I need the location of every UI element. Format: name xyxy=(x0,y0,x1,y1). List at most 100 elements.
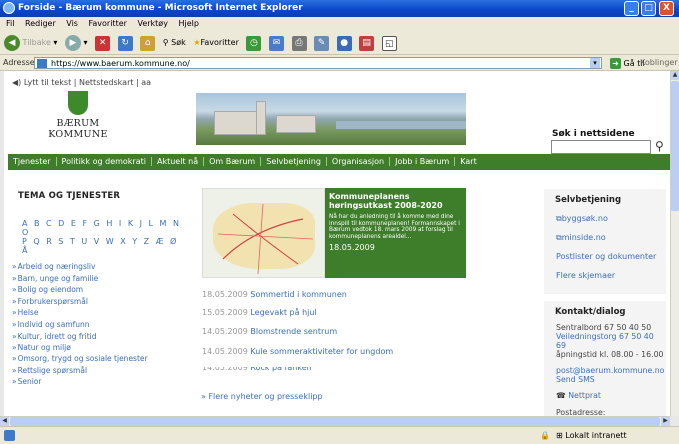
close-button[interactable]: X xyxy=(659,1,674,16)
nav-kart[interactable]: Kart xyxy=(455,157,481,166)
tema-item[interactable]: Arbeid og næringsliv xyxy=(12,261,187,273)
opening-hours-text: åpningstid kl. 08.00 - 16.00 xyxy=(556,350,664,359)
tema-item[interactable]: Forbrukerspørsmål xyxy=(12,296,187,308)
tema-item[interactable]: Helse xyxy=(12,307,187,319)
horizontal-scrollbar[interactable]: ◀ ▶ xyxy=(0,416,670,426)
links-button[interactable]: Koblinger xyxy=(640,55,678,71)
tema-item[interactable]: Kultur, idrett og fritid xyxy=(12,331,187,343)
main-navigation: Tjenester Politikk og demokrati Aktuelt nå… xyxy=(8,154,670,170)
address-input[interactable]: https://www.baerum.kommune.no/ ▾ xyxy=(34,57,602,69)
nav-tjenester[interactable]: Tjenester xyxy=(8,157,57,166)
lock-icon: 🔒 xyxy=(540,431,550,440)
menu-file[interactable]: Fil xyxy=(6,19,14,28)
page-viewport: ◀) Lytt til tekst | Nettstedskart | aa B… xyxy=(0,71,679,426)
search-label: Søk i nettsidene xyxy=(552,129,635,139)
dropdown-arrow-icon[interactable]: ▾ xyxy=(590,58,600,68)
feature-map-image[interactable] xyxy=(202,188,325,278)
research-icon[interactable]: ▤ xyxy=(359,35,375,51)
nav-organisasjon[interactable]: Organisasjon xyxy=(326,157,391,166)
news-item[interactable]: 18.05.2009 Sommertid i kommunen xyxy=(202,290,347,299)
toolbar: ◀ Tilbake ▾ ▶ ▾ ✕ ↻ ⌂ ⚲ Søk ★Favoritter … xyxy=(0,31,679,55)
tema-item[interactable]: Bolig og eiendom xyxy=(12,284,187,296)
nav-politikk[interactable]: Politikk og demokrati xyxy=(56,157,152,166)
text-size-link[interactable]: aa xyxy=(141,78,151,87)
news-item[interactable]: 14.05.2009 Blomstrende sentrum xyxy=(202,327,337,336)
scroll-thumb[interactable] xyxy=(671,81,679,211)
postlister-link[interactable]: Postlister og dokumenter xyxy=(544,247,666,266)
kontakt-box: Kontakt/dialog Sentralbord 67 50 40 50 V… xyxy=(544,301,666,426)
minside-link[interactable]: ⧉minside.no xyxy=(544,228,666,247)
feature-title[interactable]: Kommuneplanens høringsutkast 2008-2020 xyxy=(329,192,462,210)
nav-selvbetjening[interactable]: Selvbetjening xyxy=(261,157,327,166)
menu-help[interactable]: Hjelp xyxy=(178,19,198,28)
mail-icon[interactable]: ✉ xyxy=(268,35,284,51)
tema-item[interactable]: Natur og miljø xyxy=(12,342,187,354)
scroll-up-icon[interactable]: ▲ xyxy=(671,71,679,80)
history-icon[interactable]: ◷ xyxy=(246,35,262,51)
sentralbord-text: Sentralbord 67 50 40 50 xyxy=(556,323,652,332)
logo-line2: KOMMUNE xyxy=(48,129,108,140)
maximize-button[interactable]: □ xyxy=(641,1,656,16)
nav-aktuelt[interactable]: Aktuelt nå xyxy=(151,157,205,166)
tema-heading: TEMA OG TJENESTER xyxy=(18,191,121,201)
news-item[interactable]: 14.05.2009 Rock på fanken xyxy=(202,367,312,372)
zone-indicator: ⊞ Lokalt intranett xyxy=(556,431,627,440)
chat-icon: ☎ xyxy=(556,391,566,400)
news-item[interactable]: 14.05.2009 Kule sommeraktiviteter for un… xyxy=(202,347,393,356)
tema-item[interactable]: Senior xyxy=(12,376,187,388)
nav-om-baerum[interactable]: Om Bærum xyxy=(204,157,262,166)
search-input[interactable] xyxy=(551,140,651,154)
veiledningstorg-link[interactable]: Veiledningstorg 67 50 40 69 xyxy=(544,332,666,350)
tema-item[interactable]: Individ og samfunn xyxy=(12,319,187,331)
skjemaer-link[interactable]: Flere skjemaer xyxy=(544,266,666,285)
search-button[interactable]: ⚲ Søk xyxy=(163,31,186,55)
vertical-scrollbar[interactable]: ▲ xyxy=(670,71,679,416)
h-scroll-thumb[interactable] xyxy=(10,417,660,426)
scroll-right-icon[interactable]: ▶ xyxy=(661,417,670,426)
home-icon[interactable]: ⌂ xyxy=(140,35,156,51)
favorites-button[interactable]: ★Favoritter xyxy=(193,31,239,55)
messenger-icon[interactable]: ● xyxy=(336,35,352,51)
refresh-icon[interactable]: ↻ xyxy=(117,35,133,51)
forward-button[interactable]: ▶ ▾ xyxy=(65,31,88,55)
scroll-left-icon[interactable]: ◀ xyxy=(0,417,9,426)
shield-icon xyxy=(68,91,88,115)
edit-icon[interactable]: ✎ xyxy=(314,35,330,51)
address-label: Adresse xyxy=(3,58,35,67)
email-link[interactable]: post@baerum.kommune.no xyxy=(544,366,666,375)
sms-link[interactable]: Send SMS xyxy=(544,375,666,384)
status-bar: 🔒 ⊞ Lokalt intranett xyxy=(0,426,679,444)
magnifier-icon: ⚲ xyxy=(162,38,169,47)
feature-body: Nå har du anledning til å komme med dine… xyxy=(329,214,460,240)
print-icon[interactable]: ⎙ xyxy=(291,35,307,51)
search-icon[interactable]: ⚲ xyxy=(655,139,664,153)
sitemap-link[interactable]: Nettstedskart xyxy=(79,78,133,87)
tema-item[interactable]: Barn, unge og familie xyxy=(12,273,187,285)
address-url: https://www.baerum.kommune.no/ xyxy=(51,59,190,68)
nav-jobb[interactable]: Jobb i Bærum xyxy=(390,157,456,166)
listen-link[interactable]: Lytt til tekst xyxy=(24,78,71,87)
site-logo[interactable]: BÆRUM KOMMUNE xyxy=(38,91,118,140)
tema-item[interactable]: Omsorg, trygd og sosiale tjenester xyxy=(12,354,187,365)
alphabet-row-2[interactable]: P Q R S T U V W X Y Z Æ Ø Å xyxy=(22,237,182,255)
menu-favorites[interactable]: Favoritter xyxy=(89,19,127,28)
more-news-link[interactable]: » Flere nyheter og presseklipp xyxy=(201,392,323,401)
map-roads xyxy=(217,203,314,275)
nettprat-link[interactable]: ☎ Nettprat xyxy=(544,391,666,400)
stop-icon[interactable]: ✕ xyxy=(95,35,111,51)
menu-edit[interactable]: Rediger xyxy=(25,19,56,28)
window-icon[interactable]: ◱ xyxy=(381,35,397,51)
byggsok-link[interactable]: ⧉byggsøk.no xyxy=(544,209,666,228)
minimize-button[interactable]: _ xyxy=(624,1,639,16)
back-button[interactable]: ◀ Tilbake ▾ xyxy=(4,31,57,55)
alphabet-row-1[interactable]: A B C D E F G H I K J L M N O xyxy=(22,219,182,237)
forward-arrow-icon: ▶ xyxy=(65,34,81,51)
menu-view[interactable]: Vis xyxy=(66,19,78,28)
tema-item[interactable]: Rettslige spørsmål xyxy=(12,365,187,377)
speaker-icon: ◀) xyxy=(12,78,22,87)
go-arrow-icon: ➜ xyxy=(610,58,621,69)
selvbetjening-heading: Selvbetjening xyxy=(555,195,622,205)
menu-tools[interactable]: Verktøy xyxy=(137,19,167,28)
news-item[interactable]: 15.05.2009 Legevakt på hjul xyxy=(202,308,317,317)
feature-box[interactable]: Kommuneplanens høringsutkast 2008-2020 N… xyxy=(325,188,466,278)
